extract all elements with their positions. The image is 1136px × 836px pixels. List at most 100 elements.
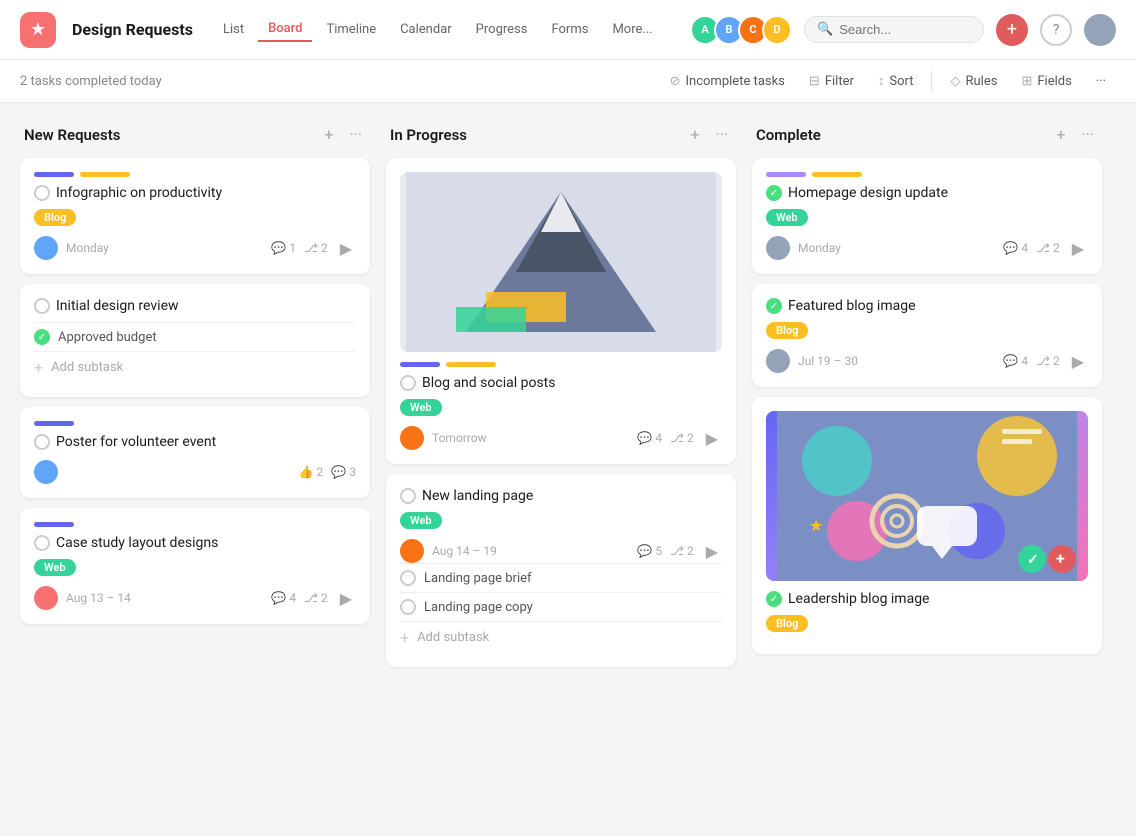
expand-icon[interactable]: ▶ bbox=[1068, 350, 1088, 373]
expand-icon[interactable]: ▶ bbox=[336, 587, 356, 610]
check-circle-done[interactable]: ✓ bbox=[34, 329, 50, 345]
card-meta: 💬 5 ⎇ 2 ▶ bbox=[637, 540, 722, 563]
check-circle-done[interactable]: ✓ bbox=[766, 185, 782, 201]
check-circle[interactable] bbox=[34, 535, 50, 551]
card-meta: 💬 4 ⎇ 2 ▶ bbox=[637, 427, 722, 450]
app-title: Design Requests bbox=[72, 20, 193, 39]
tab-list[interactable]: List bbox=[213, 18, 254, 41]
add-card-icon[interactable]: + bbox=[686, 123, 703, 146]
add-card-icon[interactable]: + bbox=[320, 123, 337, 146]
column-title: In Progress bbox=[390, 126, 686, 144]
card-avatar bbox=[34, 586, 58, 610]
app-logo: ★ bbox=[20, 12, 56, 48]
card-footer: Monday 💬 1 ⎇ 2 ▶ bbox=[34, 236, 356, 260]
add-subtask-button[interactable]: + Add subtask bbox=[400, 621, 722, 653]
card-title: Poster for volunteer event bbox=[34, 434, 356, 450]
column-menu-icon[interactable]: ··· bbox=[711, 123, 732, 146]
card-meta: 👍 2 💬 3 bbox=[299, 465, 356, 479]
thumb-icon: 👍 bbox=[299, 465, 314, 479]
add-subtask-button[interactable]: + Add subtask bbox=[34, 351, 356, 383]
expand-icon[interactable]: ▶ bbox=[702, 540, 722, 563]
filter-button[interactable]: ⊟ Filter bbox=[799, 69, 864, 94]
blog-badge: Blog bbox=[34, 209, 76, 226]
comment-count: 💬 1 bbox=[271, 241, 296, 255]
column-complete: Complete + ··· ✓ Homepage design update … bbox=[752, 123, 1102, 664]
card-featured-blog: ✓ Featured blog image Blog Jul 19 – 30 💬… bbox=[752, 284, 1102, 387]
branch-icon: ⎇ bbox=[304, 241, 318, 255]
search-box[interactable]: 🔍 bbox=[804, 16, 984, 43]
avatar: D bbox=[762, 15, 792, 45]
tab-timeline[interactable]: Timeline bbox=[316, 18, 386, 41]
tab-board[interactable]: Board bbox=[258, 17, 312, 42]
svg-text:+: + bbox=[1056, 549, 1065, 568]
plus-icon: + bbox=[400, 628, 409, 647]
comment-count: 💬 4 bbox=[1003, 241, 1028, 255]
check-circle[interactable] bbox=[400, 599, 416, 615]
check-circle[interactable] bbox=[34, 434, 50, 450]
tab-calendar[interactable]: Calendar bbox=[390, 18, 462, 41]
tab-forms[interactable]: Forms bbox=[541, 18, 598, 41]
card-title: Blog and social posts bbox=[400, 375, 722, 391]
expand-icon[interactable]: ▶ bbox=[1068, 237, 1088, 260]
expand-icon[interactable]: ▶ bbox=[336, 237, 356, 260]
card-title: ✓ Homepage design update bbox=[766, 185, 1088, 201]
tab-more[interactable]: More... bbox=[602, 18, 662, 41]
card-meta: 💬 4 ⎇ 2 ▶ bbox=[1003, 350, 1088, 373]
svg-text:✓: ✓ bbox=[1027, 552, 1039, 568]
column-title: New Requests bbox=[24, 126, 320, 144]
column-header-new-requests: New Requests + ··· bbox=[20, 123, 370, 158]
check-circle[interactable] bbox=[34, 298, 50, 314]
add-button[interactable]: + bbox=[996, 14, 1028, 46]
tag-yellow bbox=[446, 362, 496, 367]
column-actions: + ··· bbox=[1052, 123, 1098, 146]
sort-button[interactable]: ↕ Sort bbox=[868, 68, 924, 94]
column-menu-icon[interactable]: ··· bbox=[1077, 123, 1098, 146]
rules-button[interactable]: ◇ Rules bbox=[940, 69, 1007, 94]
subtask-item: Landing page brief bbox=[400, 563, 722, 592]
card-footer: Aug 14 – 19 💬 5 ⎇ 2 ▶ bbox=[400, 539, 722, 563]
column-menu-icon[interactable]: ··· bbox=[345, 123, 366, 146]
column-new-requests: New Requests + ··· Infographic on produc… bbox=[20, 123, 370, 634]
fields-button[interactable]: ⊞ Fields bbox=[1011, 69, 1081, 94]
card-title: ✓ Featured blog image bbox=[766, 298, 1088, 314]
check-circle-done[interactable]: ✓ bbox=[766, 591, 782, 607]
expand-icon[interactable]: ▶ bbox=[702, 427, 722, 450]
avatar-group: A B C D bbox=[690, 15, 792, 45]
card-tags bbox=[766, 172, 1088, 177]
card-date: Monday bbox=[798, 241, 995, 255]
comment-icon: 💬 bbox=[331, 465, 346, 479]
column-in-progress: In Progress + ··· bbox=[386, 123, 736, 677]
card-avatar bbox=[400, 539, 424, 563]
check-circle[interactable] bbox=[400, 570, 416, 586]
card-avatar bbox=[400, 426, 424, 450]
subtask-count: ⎇ 2 bbox=[1036, 354, 1060, 368]
check-circle[interactable] bbox=[400, 488, 416, 504]
column-header-in-progress: In Progress + ··· bbox=[386, 123, 736, 158]
help-button[interactable]: ? bbox=[1040, 14, 1072, 46]
tag-purple bbox=[34, 421, 74, 426]
branch-icon: ⎇ bbox=[1036, 354, 1050, 368]
sort-icon: ↕ bbox=[878, 73, 885, 89]
add-card-icon[interactable]: + bbox=[1052, 123, 1069, 146]
more-options-button[interactable]: ··· bbox=[1086, 69, 1116, 94]
subtask-item: Landing page copy bbox=[400, 592, 722, 621]
column-title: Complete bbox=[756, 126, 1052, 144]
user-avatar[interactable] bbox=[1084, 14, 1116, 46]
card-date: Aug 14 – 19 bbox=[432, 544, 629, 558]
branch-icon: ⎇ bbox=[670, 431, 684, 445]
comment-count: 💬 3 bbox=[331, 465, 356, 479]
plus-icon: + bbox=[34, 358, 43, 377]
incomplete-tasks-filter[interactable]: ⊘ Incomplete tasks bbox=[660, 69, 795, 94]
web-badge: Web bbox=[766, 209, 808, 226]
card-blog-social: Blog and social posts Web Tomorrow 💬 4 ⎇… bbox=[386, 158, 736, 464]
tab-progress[interactable]: Progress bbox=[466, 18, 538, 41]
search-input[interactable] bbox=[839, 22, 971, 37]
check-circle-done[interactable]: ✓ bbox=[766, 298, 782, 314]
card-homepage: ✓ Homepage design update Web Monday 💬 4 … bbox=[752, 158, 1102, 274]
comment-count: 💬 4 bbox=[1003, 354, 1028, 368]
blog-badge: Blog bbox=[766, 615, 808, 632]
check-circle[interactable] bbox=[400, 375, 416, 391]
card-initial-design: Initial design review ✓ Approved budget … bbox=[20, 284, 370, 397]
column-actions: + ··· bbox=[320, 123, 366, 146]
check-circle[interactable] bbox=[34, 185, 50, 201]
